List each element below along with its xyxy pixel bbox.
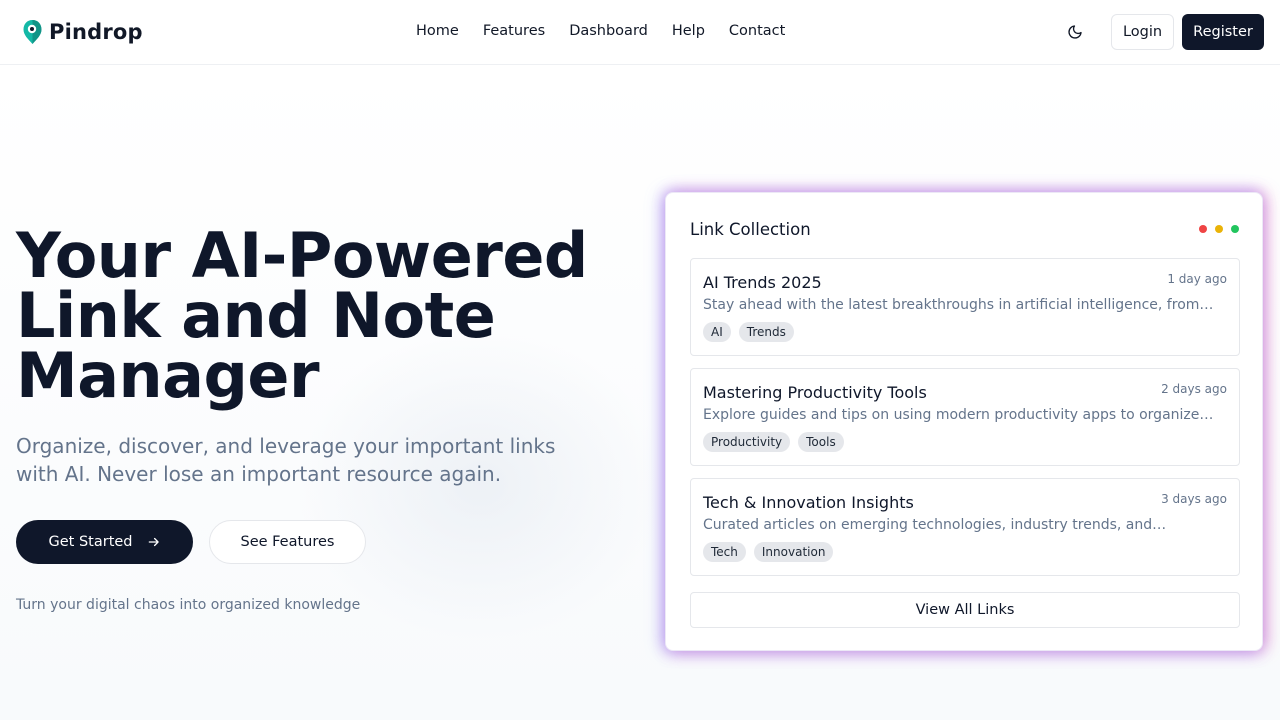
green-dot: [1231, 225, 1239, 233]
yellow-dot: [1215, 225, 1223, 233]
hero-subtitle: Organize, discover, and leverage your im…: [16, 434, 556, 486]
link-tags: Tech Innovation: [703, 542, 834, 562]
moon-icon: [1068, 25, 1082, 39]
main-nav: Home Features Dashboard Help Contact: [416, 23, 785, 39]
tag[interactable]: Tools: [798, 432, 844, 452]
window-dots: [1199, 225, 1239, 233]
tag[interactable]: Tech: [703, 542, 746, 562]
link-description: Explore guides and tips on using modern …: [703, 407, 1214, 423]
nav-dashboard[interactable]: Dashboard: [569, 23, 648, 39]
link-collection-card: Link Collection AI Trends 2025 1 day ago…: [665, 192, 1263, 651]
link-title: Mastering Productivity Tools: [703, 383, 927, 402]
nav-help[interactable]: Help: [672, 23, 705, 39]
arrow-right-icon: [148, 537, 159, 547]
link-item[interactable]: AI Trends 2025 1 day ago Stay ahead with…: [690, 258, 1240, 356]
red-dot: [1199, 225, 1207, 233]
nav-contact[interactable]: Contact: [729, 23, 785, 39]
link-description: Curated articles on emerging technologie…: [703, 517, 1167, 533]
get-started-button[interactable]: Get Started: [16, 520, 193, 564]
tag[interactable]: Productivity: [703, 432, 791, 452]
link-description: Stay ahead with the latest breakthroughs…: [703, 297, 1214, 313]
see-features-button[interactable]: See Features: [209, 520, 366, 564]
card-title: Link Collection: [690, 220, 811, 239]
link-tags: Productivity Tools: [703, 432, 844, 452]
tag[interactable]: Innovation: [753, 542, 834, 562]
link-timestamp: 1 day ago: [1167, 272, 1227, 286]
link-title: AI Trends 2025: [703, 273, 822, 292]
link-timestamp: 3 days ago: [1161, 492, 1227, 506]
get-started-label: Get Started: [48, 534, 133, 550]
nav-home[interactable]: Home: [416, 23, 459, 39]
link-timestamp: 2 days ago: [1161, 382, 1227, 396]
register-button[interactable]: Register: [1182, 14, 1264, 50]
tag[interactable]: AI: [703, 322, 731, 342]
link-title: Tech & Innovation Insights: [703, 493, 914, 512]
link-tags: AI Trends: [703, 322, 794, 342]
nav-features[interactable]: Features: [483, 23, 545, 39]
hero-title: Your AI-Powered Link and Note Manager: [16, 219, 588, 412]
pin-logo-icon: [23, 20, 42, 44]
link-item[interactable]: Tech & Innovation Insights 3 days ago Cu…: [690, 478, 1240, 576]
top-navbar: Pindrop Home Features Dashboard Help Con…: [0, 0, 1280, 65]
brand-name: Pindrop: [49, 20, 143, 44]
link-item[interactable]: Mastering Productivity Tools 2 days ago …: [690, 368, 1240, 466]
brand-logo[interactable]: Pindrop: [22, 19, 143, 45]
tag[interactable]: Trends: [738, 322, 794, 342]
view-all-links-button[interactable]: View All Links: [690, 592, 1240, 628]
hero-tagline: Turn your digital chaos into organized k…: [16, 597, 361, 613]
login-button[interactable]: Login: [1111, 14, 1174, 50]
theme-toggle-button[interactable]: [1063, 20, 1087, 44]
